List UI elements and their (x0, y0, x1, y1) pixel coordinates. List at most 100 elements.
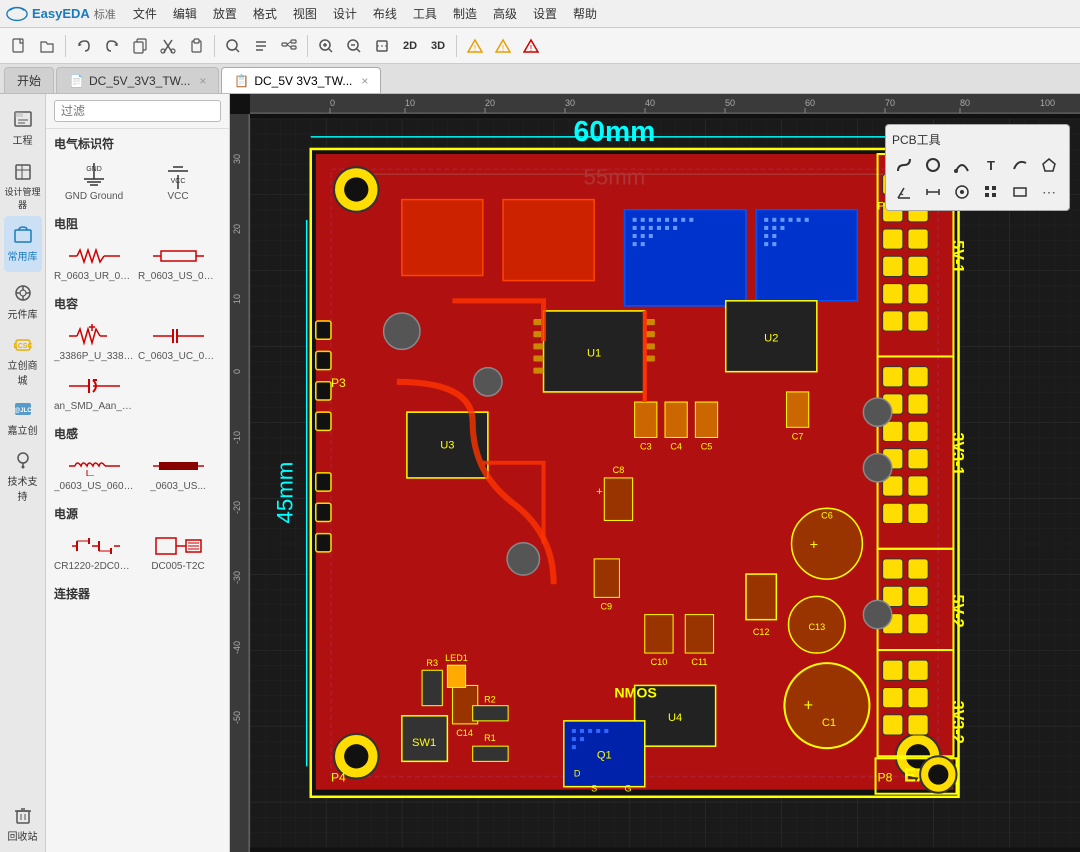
via-tool[interactable] (950, 180, 974, 204)
sym-cap2[interactable]: an_SMD_Aan_SMD_A (54, 369, 134, 415)
text-tool[interactable]: T (979, 153, 1003, 177)
annotate-button[interactable] (248, 33, 274, 59)
sym-vcc-label: VCC (138, 191, 218, 202)
menu-item-settings[interactable]: 设置 (526, 3, 564, 24)
tab-close-1[interactable]: × (199, 74, 206, 88)
open-button[interactable] (34, 33, 60, 59)
sym-pot-label: _3386P_U_3386P_E (54, 351, 134, 362)
angle-tool[interactable] (892, 180, 916, 204)
3d-button[interactable]: 3D (425, 33, 451, 59)
section-title-power: 电源 (46, 499, 229, 525)
sym-res1[interactable]: R_0603_UR_0603_EU (54, 239, 134, 285)
sym-cap1[interactable]: C_0603_UC_0603_EU (138, 319, 218, 365)
tab-start[interactable]: 开始 (4, 67, 54, 93)
svg-text:30: 30 (232, 154, 242, 164)
sidebar-icon-design-label: 设计管理器 (4, 185, 42, 211)
separator-4 (456, 35, 457, 57)
netlist-button[interactable] (276, 33, 302, 59)
separator-3 (307, 35, 308, 57)
svg-text:!: ! (502, 44, 504, 53)
arc-tool[interactable] (950, 153, 974, 177)
poly-tool[interactable] (1037, 153, 1061, 177)
sidebar-icon-design[interactable]: 设计管理器 (4, 158, 42, 214)
svg-text:-40: -40 (232, 641, 242, 654)
toolbar: 2D 3D ! ! ! (0, 28, 1080, 64)
sym-ind2[interactable]: _0603_US... (138, 449, 218, 495)
zoom-out-button[interactable] (341, 33, 367, 59)
more-tool[interactable]: ⋯ (1037, 180, 1061, 204)
pcb-canvas[interactable]: 0 10 20 30 40 50 60 70 80 100 (230, 94, 1080, 852)
tab-dc5v2-icon: 📋 (234, 74, 249, 88)
sym-pot[interactable]: _3386P_U_3386P_E (54, 319, 134, 365)
menu-item-help[interactable]: 帮助 (566, 3, 604, 24)
sidebar-icon-jlc-label: 嘉立创 (8, 422, 38, 437)
label-sw1: SW1 (412, 737, 436, 749)
sidebar-icon-support[interactable]: 技术支持 (4, 448, 42, 504)
undo-button[interactable] (71, 33, 97, 59)
sidebar-icon-lcsc[interactable]: LCSC 立创商城 (4, 332, 42, 388)
svg-text:50: 50 (725, 98, 735, 108)
zoom-in-button[interactable] (313, 33, 339, 59)
svg-text:C9: C9 (600, 602, 612, 612)
sym-power1-label: CR1220-2DC005-T2C (54, 561, 134, 572)
menu-item-file[interactable]: 文件 (126, 3, 164, 24)
search-button[interactable] (220, 33, 246, 59)
menu-item-route[interactable]: 布线 (366, 3, 404, 24)
sidebar-icon-support-label: 技术支持 (4, 473, 42, 503)
label-3v3-1: 3V3-1 (948, 432, 966, 475)
menu-item-place[interactable]: 放置 (206, 3, 244, 24)
menu-item-view[interactable]: 视图 (286, 3, 324, 24)
sym-power1[interactable]: CR1220-2DC005-T2C (54, 529, 134, 575)
cut-button[interactable] (155, 33, 181, 59)
app-logo[interactable]: EasyEDA 标准 (6, 3, 116, 25)
2d-button[interactable]: 2D (397, 33, 423, 59)
svg-text:C13: C13 (808, 622, 825, 632)
warn-btn-2[interactable]: ! (490, 33, 516, 59)
route-tool[interactable] (892, 153, 916, 177)
menu-item-tools[interactable]: 工具 (406, 3, 444, 24)
paste-button[interactable] (183, 33, 209, 59)
menu-item-format[interactable]: 格式 (246, 3, 284, 24)
menu-item-design[interactable]: 设计 (326, 3, 364, 24)
circle-tool[interactable] (921, 153, 945, 177)
sym-gnd[interactable]: GND GND Ground (54, 159, 134, 205)
cap-symbols: _3386P_U_3386P_E C_0603_UC_0603_EU (46, 315, 229, 419)
label-led1: LED1 (445, 653, 468, 663)
sidebar-icon-trash[interactable]: 回收站 (4, 796, 42, 852)
tab-dc5v2[interactable]: 📋 DC_5V 3V3_TW... × (221, 67, 381, 93)
filter-input[interactable] (54, 100, 221, 122)
copy-button[interactable] (127, 33, 153, 59)
sym-res2[interactable]: R_0603_US_0603_EU (138, 239, 218, 285)
sidebar-icon-jlc[interactable]: @JLC 嘉立创 (4, 390, 42, 446)
pad-array-tool[interactable] (979, 180, 1003, 204)
fit-button[interactable] (369, 33, 395, 59)
sym-res1-label: R_0603_UR_0603_EU (54, 271, 134, 282)
sym-power2[interactable]: DC005-T2C (138, 529, 218, 575)
sym-vcc[interactable]: VCC VCC (138, 159, 218, 205)
rect-tool[interactable] (1008, 180, 1032, 204)
warn-btn-3[interactable]: ! (518, 33, 544, 59)
pcb-tools-title: PCB工具 (892, 131, 1063, 148)
curve-tool[interactable] (1008, 153, 1032, 177)
tab-close-2[interactable]: × (361, 74, 368, 88)
pcb-tools-panel: PCB工具 T (885, 124, 1070, 211)
pcb-dim-45mm: 45mm (273, 462, 298, 524)
new-button[interactable] (6, 33, 32, 59)
menu-item-advanced[interactable]: 高级 (486, 3, 524, 24)
menu-item-edit[interactable]: 编辑 (166, 3, 204, 24)
svg-text:C6: C6 (821, 510, 833, 520)
svg-text:0: 0 (330, 98, 335, 108)
label-r3: R3 (426, 658, 438, 668)
svg-text:60: 60 (805, 98, 815, 108)
sidebar-icon-project[interactable]: 工程 (4, 100, 42, 156)
tab-dc5v1[interactable]: 📄 DC_5V_3V3_TW... × (56, 67, 219, 93)
warn-btn-1[interactable]: ! (462, 33, 488, 59)
sidebar-icon-components[interactable]: 元件库 (4, 274, 42, 330)
menu-item-manufacture[interactable]: 制造 (446, 3, 484, 24)
svg-text:C5: C5 (701, 442, 713, 452)
label-r1: R1 (484, 733, 496, 743)
sidebar-icon-library[interactable]: 常用库 (4, 216, 42, 272)
measure-tool[interactable] (921, 180, 945, 204)
redo-button[interactable] (99, 33, 125, 59)
sym-ind1[interactable]: _0603_US_0603_EU (54, 449, 134, 495)
